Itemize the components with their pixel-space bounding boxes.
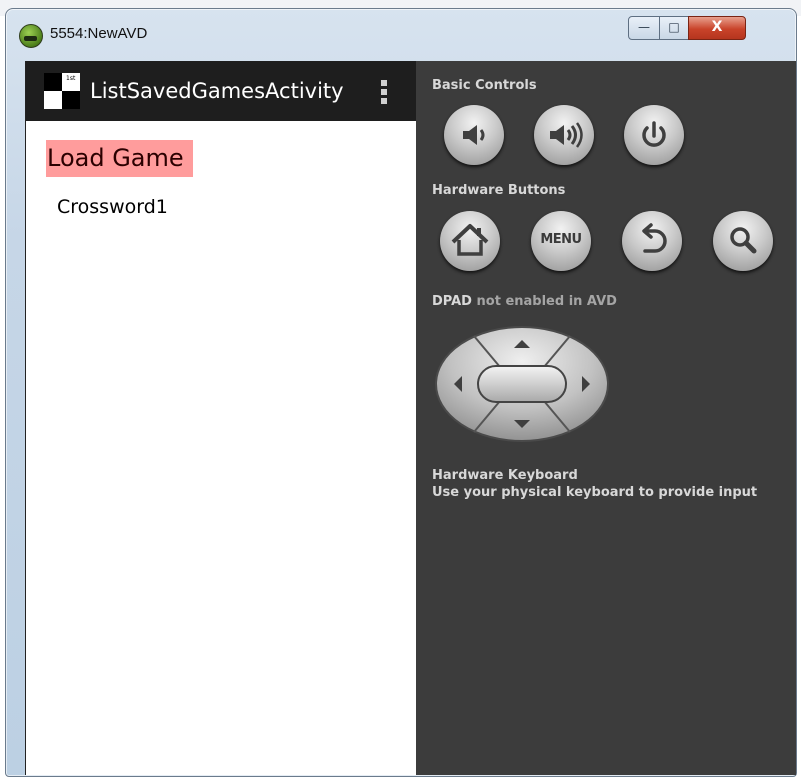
emulator-window: 5554:NewAVD — □ X 1st 8w ListSavedGamesA… (5, 8, 797, 777)
speaker-high-icon (550, 122, 583, 148)
window-title: 5554:NewAVD (50, 25, 148, 42)
action-bar: 1st 8w ListSavedGamesActivity (26, 61, 417, 121)
hardware-buttons-label: Hardware Buttons (432, 183, 566, 198)
volume-down-button[interactable] (444, 105, 504, 165)
back-arrow-icon (642, 223, 667, 253)
device-screen[interactable]: 1st 8w ListSavedGamesActivity Load Game … (25, 61, 417, 775)
power-icon (642, 121, 666, 147)
android-icon (19, 24, 43, 48)
dpad-label-text: DPAD (432, 294, 472, 309)
overflow-menu-icon[interactable] (374, 78, 394, 106)
title-bar[interactable]: 5554:NewAVD — □ X (6, 9, 796, 59)
volume-up-button[interactable] (534, 105, 594, 165)
dpad-label: DPAD not enabled in AVD (432, 294, 617, 309)
dpad (434, 325, 610, 443)
hardware-keyboard-info: Hardware Keyboard Use your physical keyb… (432, 467, 757, 501)
hardware-keyboard-desc: Use your physical keyboard to provide in… (432, 485, 758, 500)
close-button[interactable]: X (688, 16, 746, 40)
search-button[interactable] (713, 211, 773, 271)
hardware-keyboard-title: Hardware Keyboard (432, 468, 578, 483)
app-logo-icon: 1st 8w (44, 73, 80, 109)
list-item[interactable]: Crossword1 (57, 196, 168, 218)
load-game-header: Load Game (46, 140, 193, 177)
home-button[interactable] (440, 211, 500, 271)
controls-panel: Basic Controls Hardware Buttons MENU DPA… (416, 61, 796, 775)
maximize-button[interactable]: □ (659, 16, 689, 40)
basic-controls-label: Basic Controls (432, 78, 537, 93)
menu-button[interactable]: MENU (531, 211, 591, 271)
window-client-area: 1st 8w ListSavedGamesActivity Load Game … (25, 61, 796, 775)
minimize-button[interactable]: — (628, 16, 660, 40)
menu-button-label: MENU (540, 232, 582, 247)
magnifier-icon (730, 227, 757, 254)
back-button[interactable] (622, 211, 682, 271)
power-button[interactable] (624, 105, 684, 165)
house-icon (451, 224, 489, 256)
speaker-low-icon (463, 125, 485, 145)
dpad-center-button[interactable] (477, 365, 567, 403)
action-bar-title: ListSavedGamesActivity (90, 79, 344, 103)
dpad-status: not enabled in AVD (476, 294, 617, 309)
